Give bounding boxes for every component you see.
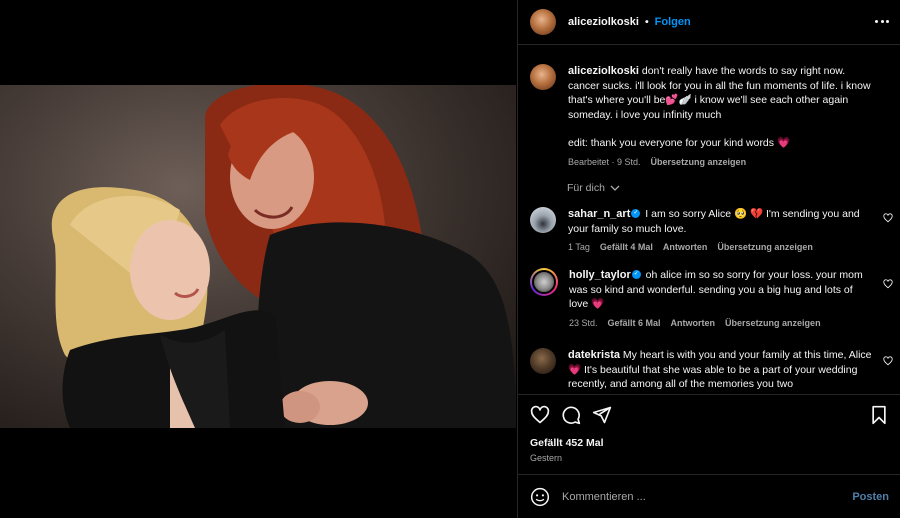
comment-avatar[interactable]	[530, 348, 556, 374]
post-media	[0, 0, 516, 518]
post-side-panel: aliceziolkoski • Folgen aliceziolkoski d…	[517, 0, 900, 518]
comment-username[interactable]: holly_taylor	[569, 269, 631, 281]
comment-item: datekrista My heart is with you and your…	[530, 348, 885, 392]
comments-section[interactable]: aliceziolkoski don't really have the wor…	[518, 46, 900, 394]
comment-time: 1 Tag	[568, 242, 590, 252]
author-avatar[interactable]	[530, 9, 556, 35]
like-comment-heart-icon[interactable]	[883, 213, 893, 223]
comment-meta: 23 Std. Gefällt 6 Mal Antworten Übersetz…	[569, 316, 874, 331]
for-you-label: Für dich	[567, 182, 605, 194]
comment-username[interactable]: sahar_n_art	[568, 208, 630, 220]
like-comment-heart-icon[interactable]	[883, 279, 893, 289]
follow-button[interactable]: Folgen	[655, 16, 691, 28]
caption-edit-text: edit: thank you everyone for your kind w…	[568, 137, 791, 149]
caption: aliceziolkoski don't really have the wor…	[530, 64, 885, 169]
emoji-icon[interactable]	[530, 487, 550, 507]
verified-badge-icon: ✓	[631, 209, 641, 219]
verified-badge-icon: ✓	[631, 270, 641, 280]
like-comment-heart-icon[interactable]	[883, 356, 893, 366]
post-header: aliceziolkoski • Folgen	[518, 0, 900, 45]
comment-bubble-icon[interactable]	[561, 405, 581, 425]
separator-dot: •	[644, 16, 649, 28]
reply-button[interactable]: Antworten	[671, 316, 716, 331]
caption-username[interactable]: aliceziolkoski	[568, 65, 639, 77]
photo-illustration	[51, 85, 516, 428]
caption-avatar[interactable]	[530, 64, 556, 90]
caption-meta: Bearbeitet · 9 Std. Übersetzung anzeigen	[568, 155, 873, 170]
translate-link[interactable]: Übersetzung anzeigen	[717, 240, 813, 255]
like-heart-icon[interactable]	[530, 405, 550, 425]
caption-translate-link[interactable]: Übersetzung anzeigen	[651, 155, 747, 170]
comment-time: 23 Std.	[569, 317, 598, 328]
sort-for-you-dropdown[interactable]: Für dich	[567, 182, 620, 194]
author-username[interactable]: aliceziolkoski	[568, 16, 639, 28]
post-photo[interactable]	[0, 85, 516, 428]
comment-likes[interactable]: Gefällt 4 Mal	[600, 240, 653, 255]
more-options-icon[interactable]	[875, 14, 889, 28]
save-bookmark-icon[interactable]	[869, 405, 889, 425]
likes-count[interactable]: Gefällt 452 Mal	[530, 437, 604, 449]
comment-likes[interactable]: Gefällt 6 Mal	[608, 316, 661, 331]
comment-meta: 1 Tag Gefällt 4 Mal Antworten Übersetzun…	[568, 240, 873, 255]
comment-avatar[interactable]	[530, 268, 558, 296]
share-paper-plane-icon[interactable]	[592, 405, 612, 425]
comment-avatar[interactable]	[530, 207, 556, 233]
post-date: Gestern	[530, 453, 563, 463]
chevron-down-icon	[610, 185, 620, 192]
post-actions: Gefällt 452 Mal Gestern	[518, 394, 900, 474]
translate-link[interactable]: Übersetzung anzeigen	[725, 316, 821, 331]
comment-username[interactable]: datekrista	[568, 349, 620, 361]
post-comment-button[interactable]: Posten	[852, 491, 889, 503]
reply-button[interactable]: Antworten	[663, 240, 708, 255]
comment-item: holly_taylor ✓ oh alice im so so sorry fo…	[530, 268, 885, 330]
caption-edited-time: Bearbeitet · 9 Std.	[568, 156, 641, 167]
comment-input[interactable]	[562, 490, 853, 503]
comment-composer: Posten	[518, 474, 900, 518]
comment-item: sahar_n_art ✓ I am so sorry Alice 🥺 💔 I'm…	[530, 207, 885, 255]
